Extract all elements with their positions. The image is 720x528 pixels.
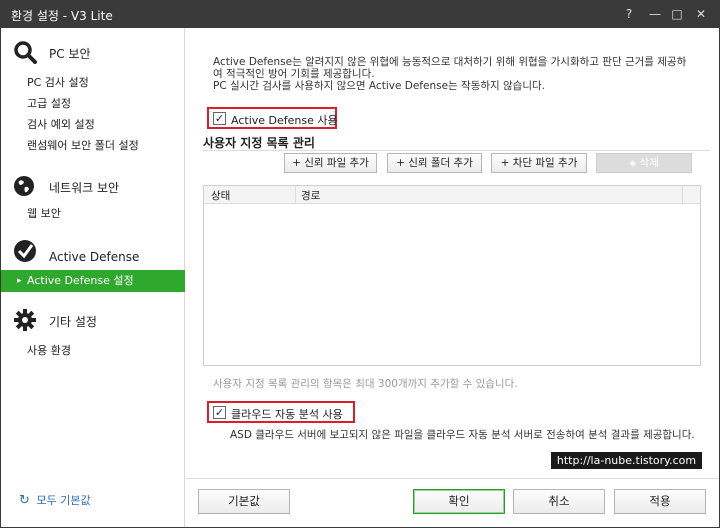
custom-list-section-title: 사용자 지정 목록 관리 <box>203 136 315 150</box>
active-defense-checkbox-label: Active Defense 사용 <box>231 114 338 127</box>
sidebar-item-pc-scan-settings[interactable]: PC 검사 설정 <box>27 74 89 90</box>
add-trusted-file-button[interactable]: + 신뢰 파일 추가 <box>284 153 377 173</box>
custom-list-table[interactable]: 상태 경로 <box>203 185 701 366</box>
shield-check-icon <box>13 239 37 263</box>
reset-all-link[interactable]: ↻ 모두 기본값 <box>19 492 91 508</box>
table-header: 상태 경로 <box>204 186 700 204</box>
column-header-path[interactable]: 경로 <box>301 188 320 203</box>
footer: 기본값 확인 취소 적용 <box>186 478 719 527</box>
gear-icon <box>13 308 37 332</box>
maximize-button[interactable]: □ <box>667 5 687 23</box>
eraser-icon: ◈ <box>629 159 637 169</box>
delete-button[interactable]: ◈ 삭제 <box>596 153 692 173</box>
help-button[interactable]: ? <box>619 5 639 23</box>
cancel-button[interactable]: 취소 <box>513 489 605 514</box>
ok-button[interactable]: 확인 <box>413 489 505 514</box>
cloud-analysis-checkbox-label: 클라우드 자동 분석 사용 <box>231 408 343 421</box>
window-title: 환경 설정 - V3 Lite <box>11 9 113 23</box>
close-button[interactable]: ✕ <box>691 5 711 23</box>
arrow-right-icon: ▸ <box>17 276 22 286</box>
sidebar-category-label: 네트워크 보안 <box>49 181 120 195</box>
default-button[interactable]: 기본값 <box>198 489 290 514</box>
sidebar-item-label: Active Defense 설정 <box>27 274 134 287</box>
section-divider <box>203 150 710 151</box>
sidebar-category-label: 기타 설정 <box>49 315 97 329</box>
sidebar-item-web-security[interactable]: 웹 보안 <box>27 205 61 221</box>
sidebar-category-label: Active Defense <box>49 250 140 264</box>
sidebar-category-label: PC 보안 <box>49 47 91 61</box>
title-bar: 환경 설정 - V3 Lite ? — □ ✕ <box>1 1 719 28</box>
add-block-file-button[interactable]: + 차단 파일 추가 <box>491 153 587 173</box>
sidebar-item-usage-environment[interactable]: 사용 환경 <box>27 342 71 358</box>
sidebar-item-active-defense-settings[interactable]: ▸ Active Defense 설정 <box>1 270 185 292</box>
sidebar-item-ransomware-folder[interactable]: 랜섬웨어 보안 폴더 설정 <box>27 137 139 153</box>
settings-window: 환경 설정 - V3 Lite ? — □ ✕ PC 보안 PC 검사 설정 고… <box>0 0 720 528</box>
sidebar-item-scan-exceptions[interactable]: 검사 예외 설정 <box>27 116 95 132</box>
sidebar-item-advanced-settings[interactable]: 고급 설정 <box>27 95 71 111</box>
active-defense-checkbox[interactable]: ✓ <box>213 112 226 125</box>
sidebar: PC 보안 PC 검사 설정 고급 설정 검사 예외 설정 랜섬웨어 보안 폴더… <box>1 28 185 527</box>
minimize-button[interactable]: — <box>645 5 665 23</box>
column-header-status[interactable]: 상태 <box>211 188 230 203</box>
magnifier-icon <box>13 40 37 64</box>
reset-all-label: 모두 기본값 <box>36 494 91 507</box>
cloud-analysis-checkbox[interactable]: ✓ <box>213 406 226 419</box>
apply-button[interactable]: 적용 <box>614 489 706 514</box>
main-panel: Active Defense는 알려지지 않은 위협에 능동적으로 대처하기 위… <box>186 28 719 478</box>
active-defense-description: Active Defense는 알려지지 않은 위협에 능동적으로 대처하기 위… <box>213 56 687 92</box>
cloud-analysis-description: ASD 클라우드 서버에 보고되지 않은 파일을 클라우드 자동 분석 서버로 … <box>230 429 695 441</box>
list-limit-note: 사용자 지정 목록 관리의 항목은 최대 300개까지 추가할 수 있습니다. <box>213 378 518 390</box>
refresh-icon: ↻ <box>19 493 30 508</box>
globe-icon <box>13 174 37 198</box>
add-trusted-folder-button[interactable]: + 신뢰 폴더 추가 <box>387 153 482 173</box>
watermark: http://la-nube.tistory.com <box>551 452 702 469</box>
